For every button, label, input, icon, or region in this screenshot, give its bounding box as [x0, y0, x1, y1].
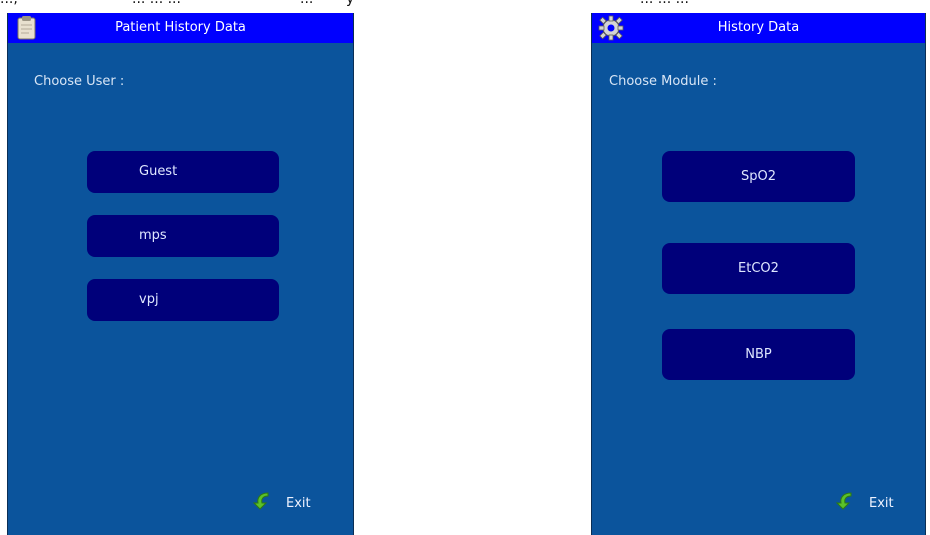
cropped-text-fragment: ... ... ...: [132, 0, 181, 6]
title-bar: Patient History Data: [8, 13, 353, 43]
cropped-text-fragment: ...: [300, 0, 313, 6]
module-option-spo2[interactable]: SpO2: [662, 151, 855, 202]
user-option-label: vpj: [139, 292, 159, 307]
back-arrow-icon: [833, 489, 855, 519]
module-option-label: SpO2: [740, 169, 776, 184]
clipboard-icon: [14, 15, 40, 41]
exit-button[interactable]: Exit: [250, 489, 311, 519]
choose-user-label: Choose User :: [34, 74, 125, 89]
user-option-vpj[interactable]: vpj: [87, 279, 279, 321]
cropped-top-text: ..., ... ... ... ... y ... ... ...: [0, 0, 930, 10]
page-title: History Data: [717, 20, 800, 35]
page-title: Patient History Data: [115, 20, 246, 35]
cropped-text-fragment: y: [346, 0, 354, 6]
user-option-guest[interactable]: Guest: [87, 151, 279, 193]
module-option-nbp[interactable]: NBP: [662, 329, 855, 380]
user-option-label: Guest: [139, 164, 178, 179]
module-option-label: EtCO2: [738, 261, 779, 276]
title-bar: History Data: [592, 13, 925, 43]
exit-label: Exit: [286, 496, 311, 511]
gear-icon: [598, 15, 624, 41]
exit-label: Exit: [869, 496, 894, 511]
user-option-mps[interactable]: mps: [87, 215, 279, 257]
module-option-etco2[interactable]: EtCO2: [662, 243, 855, 294]
back-arrow-icon: [250, 489, 272, 519]
patient-history-panel: Patient History Data Choose User : Guest…: [7, 13, 354, 535]
choose-module-label: Choose Module :: [609, 74, 717, 89]
exit-button[interactable]: Exit: [833, 489, 894, 519]
cropped-text-fragment: ...,: [0, 0, 18, 6]
module-option-label: NBP: [745, 347, 772, 362]
user-option-label: mps: [139, 228, 167, 243]
cropped-text-fragment: ... ... ...: [640, 0, 689, 6]
history-data-panel: History Data Choose Module : SpO2 EtCO2 …: [591, 13, 926, 535]
